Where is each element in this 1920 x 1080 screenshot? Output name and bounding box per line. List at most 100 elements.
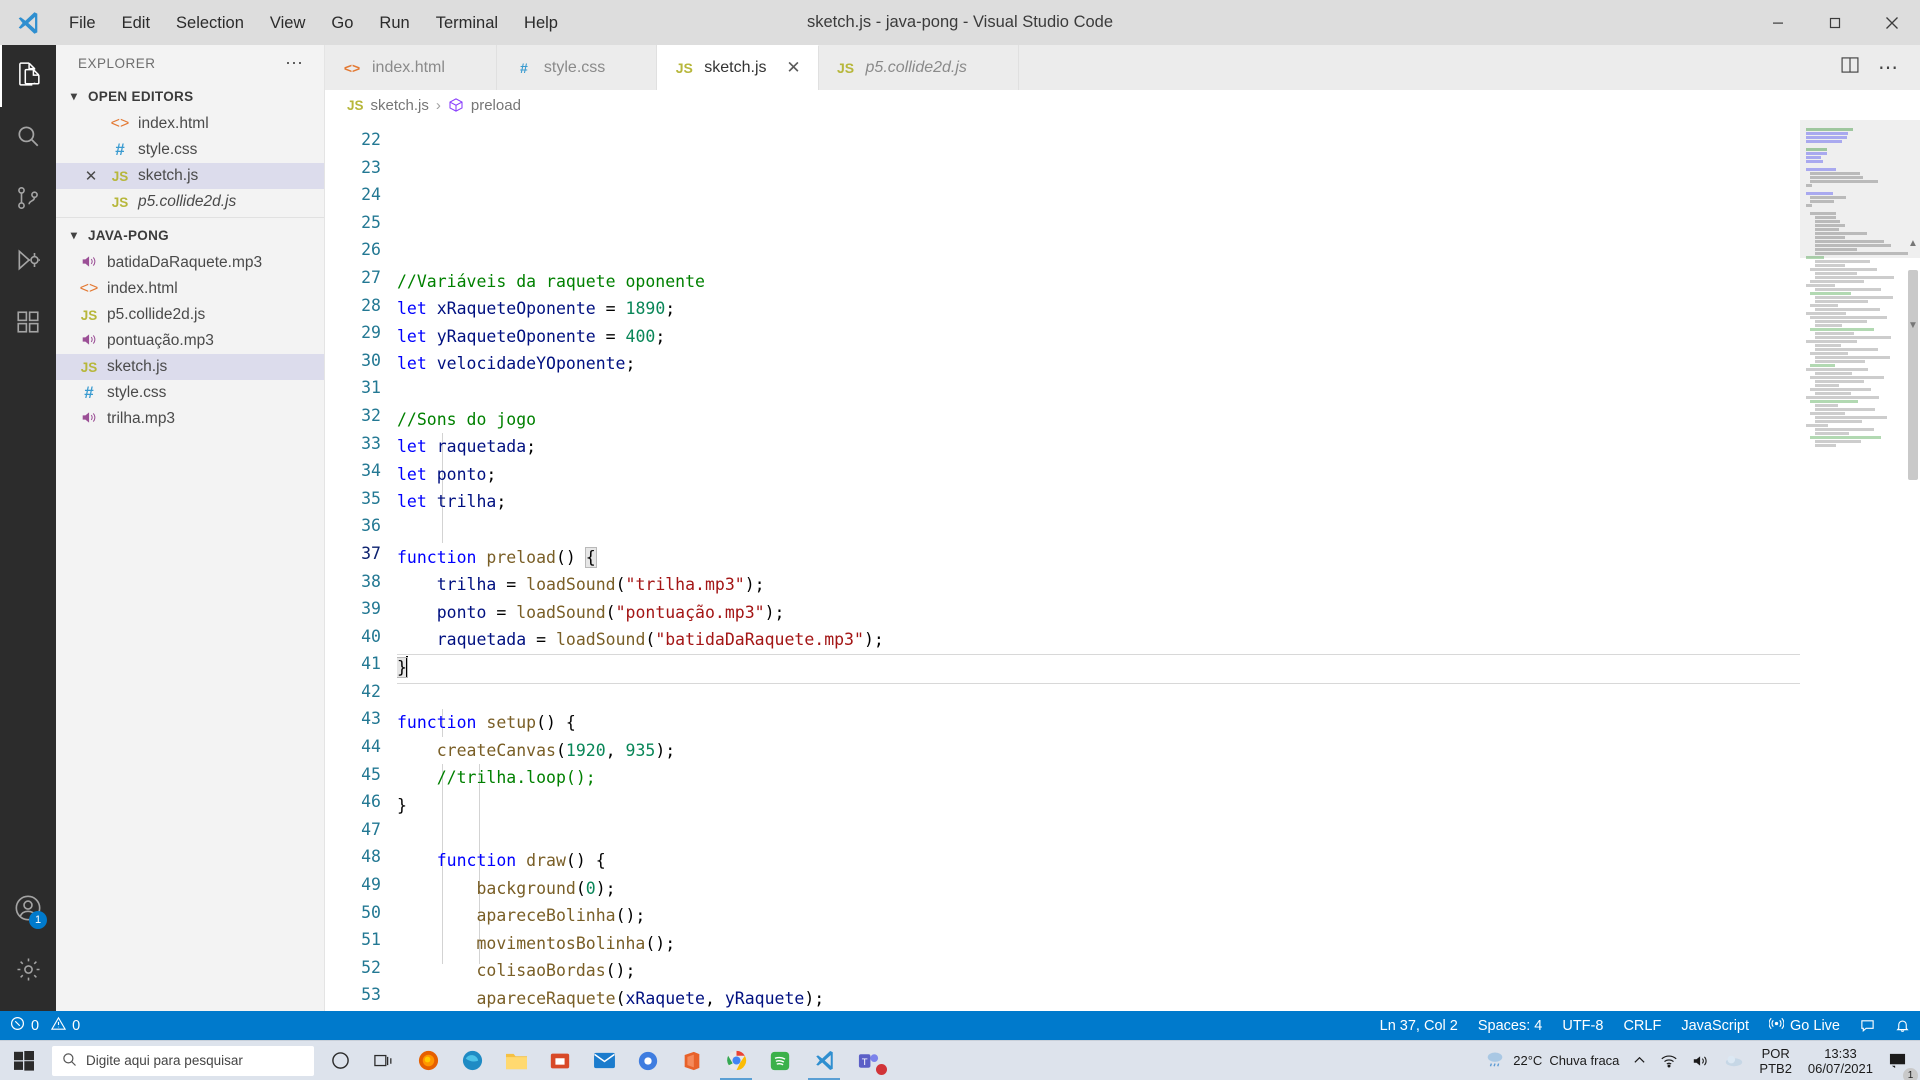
status-feedback[interactable]	[1850, 1011, 1885, 1040]
code-line[interactable]: raquetada = loadSound("batidaDaRaquete.m…	[397, 626, 1800, 654]
status-go-live[interactable]: Go Live	[1759, 1011, 1850, 1040]
menu-file[interactable]: File	[56, 8, 109, 38]
code-line[interactable]: function draw() {	[397, 847, 1800, 875]
spotify-icon[interactable]	[758, 1041, 802, 1080]
start-button[interactable]	[0, 1041, 48, 1080]
code-line[interactable]: function preload() {	[397, 544, 1800, 572]
network-status[interactable]	[1653, 1041, 1685, 1080]
scroll-thumb[interactable]	[1908, 270, 1918, 480]
code-line[interactable]: let yRaqueteOponente = 400;	[397, 323, 1800, 351]
tab-index-html[interactable]: <> index.html ✕	[325, 45, 497, 90]
close-icon[interactable]: ✕	[784, 58, 804, 78]
code-line[interactable]: apareceBolinha();	[397, 902, 1800, 930]
microsoft-store-icon[interactable]	[538, 1041, 582, 1080]
split-editor-icon[interactable]	[1840, 55, 1860, 80]
vscode-icon[interactable]	[802, 1041, 846, 1080]
code-line[interactable]	[397, 516, 1800, 544]
menu-edit[interactable]: Edit	[109, 8, 163, 38]
clock[interactable]: 13:33 06/07/2021	[1800, 1046, 1881, 1076]
code-line[interactable]: createCanvas(1920, 935);	[397, 737, 1800, 765]
code-line[interactable]: }	[397, 653, 1800, 684]
chrome-beta-icon[interactable]	[626, 1041, 670, 1080]
microsoft-edge-icon[interactable]	[450, 1041, 494, 1080]
menu-terminal[interactable]: Terminal	[423, 8, 511, 38]
minimize-button[interactable]	[1749, 0, 1806, 45]
action-center-button[interactable]: 1	[1881, 1041, 1918, 1080]
file-style-css[interactable]: # style.css	[56, 380, 324, 406]
task-view-icon[interactable]	[362, 1041, 406, 1080]
code-line[interactable]	[397, 240, 1800, 268]
minimap-slider[interactable]	[1800, 120, 1920, 258]
code-line[interactable]: colisaoBordas();	[397, 957, 1800, 985]
close-button[interactable]	[1863, 0, 1920, 45]
tab-style-css[interactable]: # style.css ✕	[496, 45, 658, 90]
menu-go[interactable]: Go	[318, 8, 366, 38]
sidebar-more-actions-icon[interactable]: ⋯	[285, 54, 304, 72]
file-index-html[interactable]: <> index.html	[56, 276, 324, 302]
breadcrumb-symbol[interactable]: preload	[471, 97, 521, 114]
activity-extensions[interactable]	[0, 293, 56, 355]
tab-sketch-js[interactable]: JS sketch.js ✕	[657, 45, 819, 90]
scroll-down-icon[interactable]: ▼	[1907, 320, 1919, 332]
input-language-indicator[interactable]: POR PTB2	[1751, 1046, 1800, 1076]
section-java-pong[interactable]: ▾ JAVA-PONG	[56, 220, 324, 250]
code-line[interactable]: let xRaqueteOponente = 1890;	[397, 295, 1800, 323]
code-line[interactable]	[397, 682, 1800, 710]
menu-run[interactable]: Run	[366, 8, 422, 38]
code-line[interactable]: trilha = loadSound("trilha.mp3");	[397, 571, 1800, 599]
status-problems[interactable]: 0 0	[0, 1011, 90, 1040]
menu-help[interactable]: Help	[511, 8, 571, 38]
code-line[interactable]: background(0);	[397, 875, 1800, 903]
editor-scrollbar[interactable]: ▲ ▼	[1906, 120, 1920, 1011]
code-line[interactable]: ponto = loadSound("pontuação.mp3");	[397, 599, 1800, 627]
code-line[interactable]: let ponto;	[397, 461, 1800, 489]
code-line[interactable]: function setup() {	[397, 709, 1800, 737]
office-icon[interactable]	[670, 1041, 714, 1080]
activity-accounts[interactable]: 1	[0, 879, 56, 941]
google-chrome-icon[interactable]	[714, 1041, 758, 1080]
file-trilha-mp3[interactable]: trilha.mp3	[56, 406, 324, 432]
maximize-button[interactable]	[1806, 0, 1863, 45]
cortana-icon[interactable]	[318, 1041, 362, 1080]
open-editor-p5-collide2d-js[interactable]: ✕ JS p5.collide2d.js	[56, 189, 324, 215]
status-indentation[interactable]: Spaces: 4	[1468, 1011, 1553, 1040]
taskbar-search[interactable]: Digite aqui para pesquisar	[52, 1045, 314, 1076]
activity-search[interactable]	[0, 107, 56, 169]
code-line[interactable]	[397, 378, 1800, 406]
code-content[interactable]: //Variáveis da raquete oponente let xRaqu…	[397, 120, 1800, 1011]
open-editor-style-css[interactable]: ✕ # style.css	[56, 137, 324, 163]
firefox-icon[interactable]	[406, 1041, 450, 1080]
activity-settings[interactable]	[0, 941, 56, 1003]
code-editor[interactable]: 22 23 24 25 26 27 28 29 30 31 32 33 34 35 36 37 38 39 40 41…	[325, 120, 1920, 1011]
menu-selection[interactable]: Selection	[163, 8, 257, 38]
scroll-up-icon[interactable]: ▲	[1907, 238, 1919, 250]
menu-view[interactable]: View	[257, 8, 318, 38]
code-line[interactable]: movimentosBolinha();	[397, 930, 1800, 958]
code-line[interactable]	[397, 819, 1800, 847]
code-line[interactable]: }	[397, 792, 1800, 820]
activity-run-debug[interactable]	[0, 231, 56, 293]
mail-icon[interactable]	[582, 1041, 626, 1080]
open-editor-sketch-js[interactable]: ✕ JS sketch.js	[56, 163, 324, 189]
menu-bar[interactable]: File Edit Selection View Go Run Terminal…	[56, 8, 571, 38]
code-line[interactable]: //trilha.loop();	[397, 764, 1800, 792]
file-pontuacao-mp3[interactable]: pontuação.mp3	[56, 328, 324, 354]
activity-explorer[interactable]	[0, 45, 56, 107]
status-notifications[interactable]	[1885, 1011, 1920, 1040]
activity-source-control[interactable]	[0, 169, 56, 231]
breadcrumb-file[interactable]: sketch.js	[371, 97, 429, 114]
open-editor-index-html[interactable]: ✕ <> index.html	[56, 111, 324, 137]
tab-p5-collide2d-js[interactable]: JS p5.collide2d.js ✕	[818, 45, 1019, 90]
code-line[interactable]: let raquetada;	[397, 433, 1800, 461]
code-line[interactable]: let trilha;	[397, 488, 1800, 516]
status-language-mode[interactable]: JavaScript	[1671, 1011, 1759, 1040]
code-line[interactable]: //Variáveis da raquete oponente	[397, 268, 1800, 296]
volume-control[interactable]	[1685, 1041, 1717, 1080]
onedrive-status[interactable]	[1717, 1041, 1751, 1080]
section-open-editors[interactable]: ▾ OPEN EDITORS	[56, 81, 324, 111]
code-line[interactable]: let velocidadeYOponente;	[397, 350, 1800, 378]
file-explorer-icon[interactable]	[494, 1041, 538, 1080]
file-sketch-js[interactable]: JS sketch.js	[56, 354, 324, 380]
status-eol[interactable]: CRLF	[1613, 1011, 1671, 1040]
status-encoding[interactable]: UTF-8	[1552, 1011, 1613, 1040]
